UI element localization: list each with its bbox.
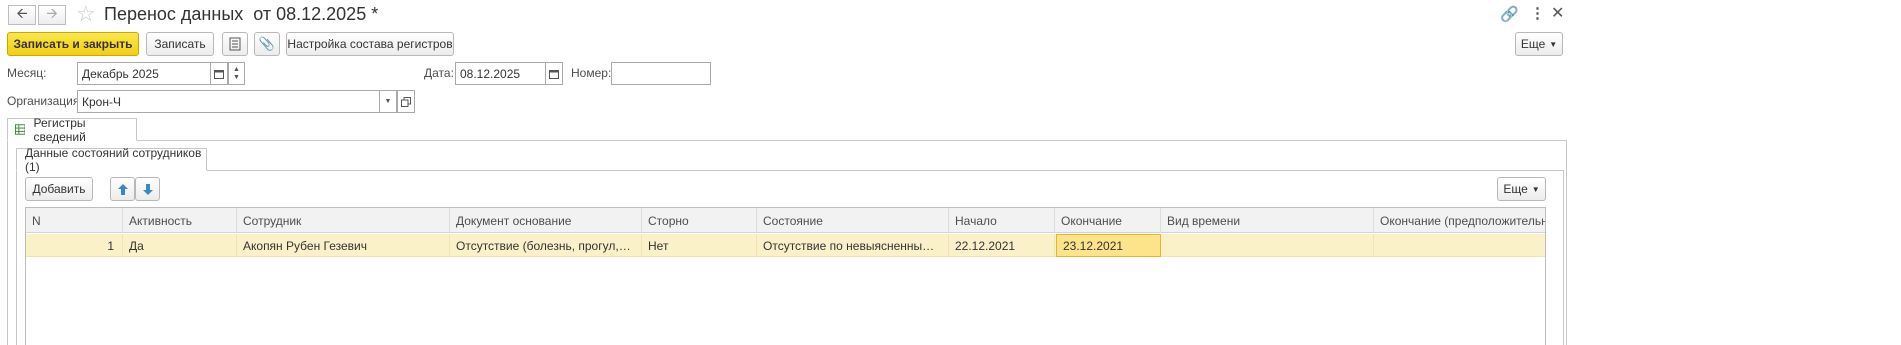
cell-end-expected[interactable] xyxy=(1374,234,1545,257)
number-label: Номер: xyxy=(571,66,612,80)
cell-state-text: Отсутствие по невыясненным причинам xyxy=(763,238,941,253)
close-icon[interactable]: ✕ xyxy=(1551,3,1564,23)
cell-employee[interactable]: Акопян Рубен Гезевич xyxy=(237,234,450,257)
stepper-down-icon: ▼ xyxy=(233,73,240,81)
cell-storno[interactable]: Нет xyxy=(642,234,757,257)
date-value: 08.12.2025 xyxy=(460,66,521,81)
table-more-label: Еще xyxy=(1503,182,1528,196)
save-button[interactable]: Записать xyxy=(146,32,214,56)
chevron-down-icon: ▼ xyxy=(1531,184,1540,194)
organization-dropdown-button[interactable]: ▼ xyxy=(379,90,397,113)
column-header-end-expected[interactable]: Окончание (предположительно) xyxy=(1374,208,1545,233)
more-button[interactable]: Еще ▼ xyxy=(1515,32,1563,56)
organization-open-button[interactable] xyxy=(397,90,415,113)
month-stepper[interactable]: ▲ ▼ xyxy=(228,62,245,85)
organization-field[interactable]: Крон-Ч xyxy=(77,90,380,113)
arrow-down-icon xyxy=(142,183,153,195)
month-value: Декабрь 2025 xyxy=(82,66,159,81)
number-field[interactable] xyxy=(611,62,711,85)
organization-value: Крон-Ч xyxy=(82,94,121,109)
column-header-start[interactable]: Начало xyxy=(949,208,1055,233)
arrow-up-icon xyxy=(117,183,128,195)
move-down-button[interactable] xyxy=(135,177,160,201)
tab-registers[interactable]: Регистры сведений xyxy=(7,115,137,144)
more-vertical-icon[interactable]: ⋮ xyxy=(1530,4,1545,22)
move-up-button[interactable] xyxy=(110,177,135,201)
cell-n[interactable]: 1 xyxy=(26,234,123,257)
column-header-document[interactable]: Документ основание xyxy=(450,208,642,233)
forward-button[interactable]: 🡪 xyxy=(38,5,66,25)
table-icon xyxy=(15,124,26,135)
report-button[interactable] xyxy=(222,32,248,56)
cell-time-kind[interactable] xyxy=(1161,234,1374,257)
more-label: Еще xyxy=(1520,37,1546,51)
column-header-storno[interactable]: Сторно xyxy=(642,208,757,233)
attach-button[interactable]: 📎 xyxy=(254,32,280,56)
arrow-right-icon: 🡪 xyxy=(46,5,58,21)
link-icon[interactable]: 🔗 xyxy=(1500,5,1519,23)
page-title: Перенос данных от 08.12.2025 * xyxy=(104,4,379,24)
month-field[interactable]: Декабрь 2025 xyxy=(77,62,211,85)
chevron-down-icon: ▼ xyxy=(1549,39,1558,49)
organization-label: Организация: xyxy=(7,94,83,108)
calendar-icon xyxy=(549,69,559,79)
stepper-up-icon: ▲ xyxy=(233,65,240,73)
cell-state[interactable]: Отсутствие по невыясненным причинам xyxy=(757,234,949,257)
column-header-state[interactable]: Состояние xyxy=(757,208,949,233)
paperclip-icon: 📎 xyxy=(258,36,276,51)
table-row[interactable]: 1 Да Акопян Рубен Гезевич Отсутствие (бо… xyxy=(26,234,1545,257)
register-settings-button[interactable]: Настройка состава регистров xyxy=(286,32,454,56)
tab-employee-states-label: Данные состояний сотрудников (1) xyxy=(25,145,202,174)
save-and-close-button[interactable]: Записать и закрыть xyxy=(7,32,139,56)
column-header-n[interactable]: N xyxy=(26,208,123,233)
table-header: N Активность Сотрудник Документ основани… xyxy=(26,208,1545,233)
chevron-down-icon: ▼ xyxy=(384,98,392,105)
date-calendar-button[interactable] xyxy=(545,62,563,85)
column-header-employee[interactable]: Сотрудник xyxy=(237,208,450,233)
cell-end[interactable]: 23.12.2021 xyxy=(1056,234,1161,257)
document-list-icon xyxy=(229,37,241,51)
cell-document-text: Отсутствие (болезнь, прогул, неявка) xyxy=(456,238,632,253)
date-label: Дата: xyxy=(424,66,454,80)
back-button[interactable]: 🡨 xyxy=(8,5,36,25)
favorite-star-icon[interactable]: ☆ xyxy=(76,1,96,27)
arrow-left-icon: 🡨 xyxy=(16,5,28,21)
date-field[interactable]: 08.12.2025 xyxy=(455,62,546,85)
column-header-time-kind[interactable]: Вид времени xyxy=(1161,208,1374,233)
tab-employee-states[interactable]: Данные состояний сотрудников (1) xyxy=(16,145,207,174)
add-button[interactable]: Добавить xyxy=(25,177,93,201)
column-header-active[interactable]: Активность xyxy=(123,208,237,233)
tab-registers-label: Регистры сведений xyxy=(33,115,86,144)
table-more-button[interactable]: Еще ▼ xyxy=(1497,177,1546,201)
month-label: Месяц: xyxy=(7,66,47,80)
data-table: N Активность Сотрудник Документ основани… xyxy=(25,207,1546,345)
month-calendar-button[interactable] xyxy=(210,62,228,85)
cell-active[interactable]: Да xyxy=(123,234,237,257)
calendar-icon xyxy=(214,69,224,79)
cell-document[interactable]: Отсутствие (болезнь, прогул, неявка) xyxy=(450,234,642,257)
open-window-icon xyxy=(401,96,411,107)
cell-start[interactable]: 22.12.2021 xyxy=(949,234,1055,257)
column-header-end[interactable]: Окончание xyxy=(1055,208,1161,233)
